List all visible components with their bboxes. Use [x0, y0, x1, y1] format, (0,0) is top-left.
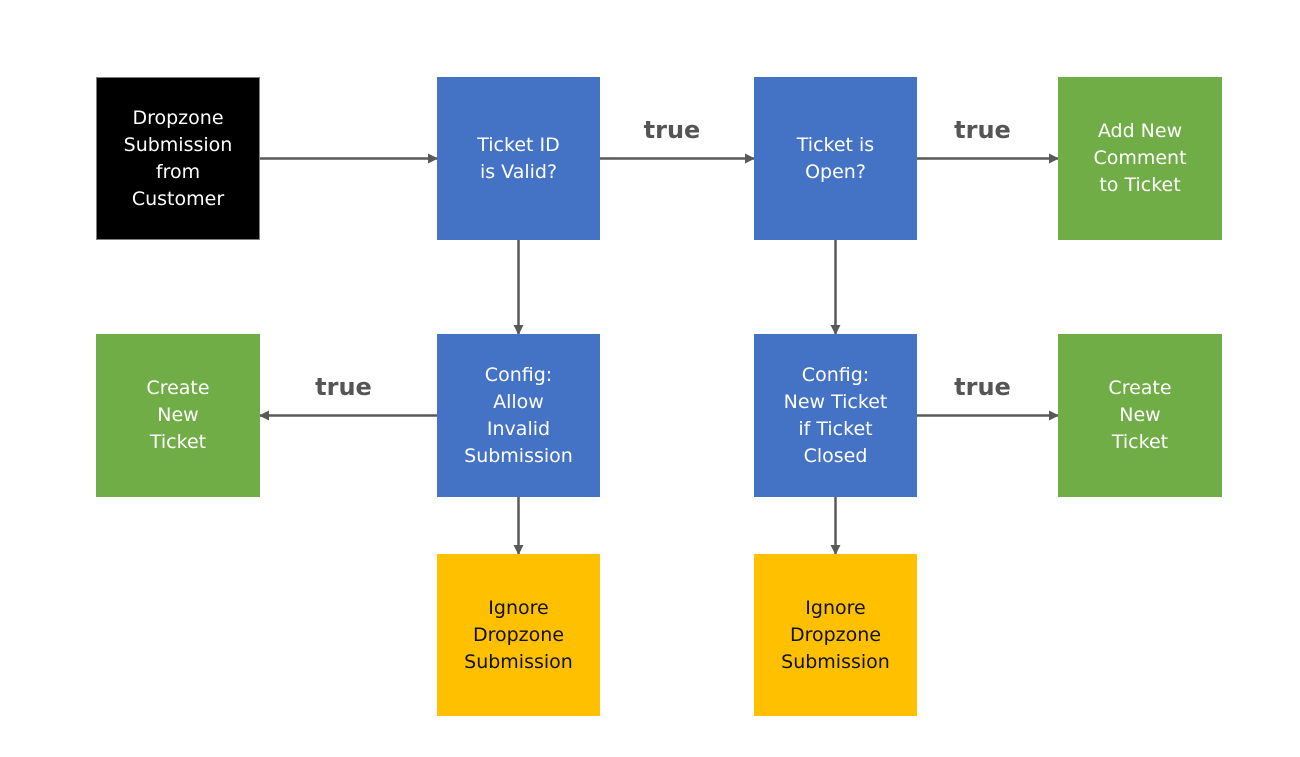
node-allow-invalid: Config: Allow Invalid Submission	[437, 334, 600, 497]
node-add-comment: Add New Comment to Ticket	[1058, 77, 1222, 240]
node-ignore-right: Ignore Dropzone Submission	[754, 554, 917, 716]
edge-label-true: true	[315, 372, 372, 401]
node-ticket-open: Ticket is Open?	[754, 77, 917, 240]
node-new-if-closed: Config: New Ticket if Ticket Closed	[754, 334, 917, 497]
edge-label-true: true	[643, 115, 701, 144]
node-ticket-valid: Ticket ID is Valid?	[437, 77, 600, 240]
node-start: Dropzone Submission from Customer	[96, 77, 260, 240]
node-ignore-left: Ignore Dropzone Submission	[437, 554, 600, 716]
node-create-ticket-left: Create New Ticket	[96, 334, 260, 497]
edge-label-true: true	[954, 372, 1011, 401]
edge-label-true: true	[954, 115, 1011, 144]
node-create-ticket-right: Create New Ticket	[1058, 334, 1222, 497]
